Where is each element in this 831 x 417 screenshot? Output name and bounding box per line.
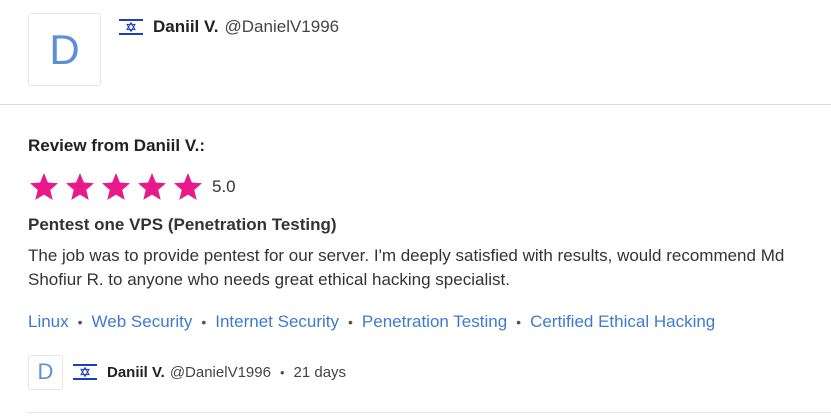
reviewer-name[interactable]: Daniil V. — [153, 17, 219, 37]
tag-certified-ethical-hacking[interactable]: Certified Ethical Hacking — [530, 312, 715, 332]
star-icon — [64, 171, 96, 203]
profile-header: D Daniil V. @DanielV1996 — [0, 0, 831, 105]
divider — [28, 412, 831, 413]
tag-penetration-testing[interactable]: Penetration Testing — [362, 312, 507, 332]
reviewer-line: Daniil V. @DanielV1996 — [119, 15, 339, 39]
star-icon — [28, 171, 60, 203]
star-icon — [100, 171, 132, 203]
tag-web-security[interactable]: Web Security — [92, 312, 193, 332]
job-title: Pentest one VPS (Penetration Testing) — [28, 215, 337, 234]
israel-flag-icon — [119, 19, 143, 35]
tag-separator: • — [348, 314, 353, 330]
skill-tags: Linux • Web Security • Internet Security… — [28, 311, 715, 333]
tag-internet-security[interactable]: Internet Security — [215, 312, 339, 332]
tag-separator: • — [516, 314, 522, 330]
footer-separator: • — [279, 364, 285, 380]
review-heading: Review from Daniil V.: — [28, 136, 205, 155]
star-icon — [136, 171, 168, 203]
tag-linux[interactable]: Linux — [28, 312, 69, 332]
star-rating: 5.0 — [28, 170, 236, 204]
reviewer-handle[interactable]: @DanielV1996 — [225, 17, 340, 37]
rating-value: 5.0 — [212, 177, 236, 196]
divider — [0, 104, 831, 105]
review-time: 21 days — [293, 363, 347, 381]
israel-flag-icon — [73, 364, 97, 380]
review-text: The job was to provide pentest for our s… — [28, 246, 785, 289]
tag-separator: • — [77, 314, 83, 330]
tag-separator: • — [201, 314, 207, 330]
avatar[interactable]: D — [28, 354, 63, 390]
review-footer: D Daniil V. @DanielV1996 • 21 days — [28, 352, 346, 392]
footer-reviewer-handle[interactable]: @DanielV1996 — [170, 364, 271, 381]
avatar[interactable]: D — [28, 13, 101, 86]
footer-reviewer-name[interactable]: Daniil V. — [107, 364, 165, 381]
star-icon — [172, 171, 204, 203]
